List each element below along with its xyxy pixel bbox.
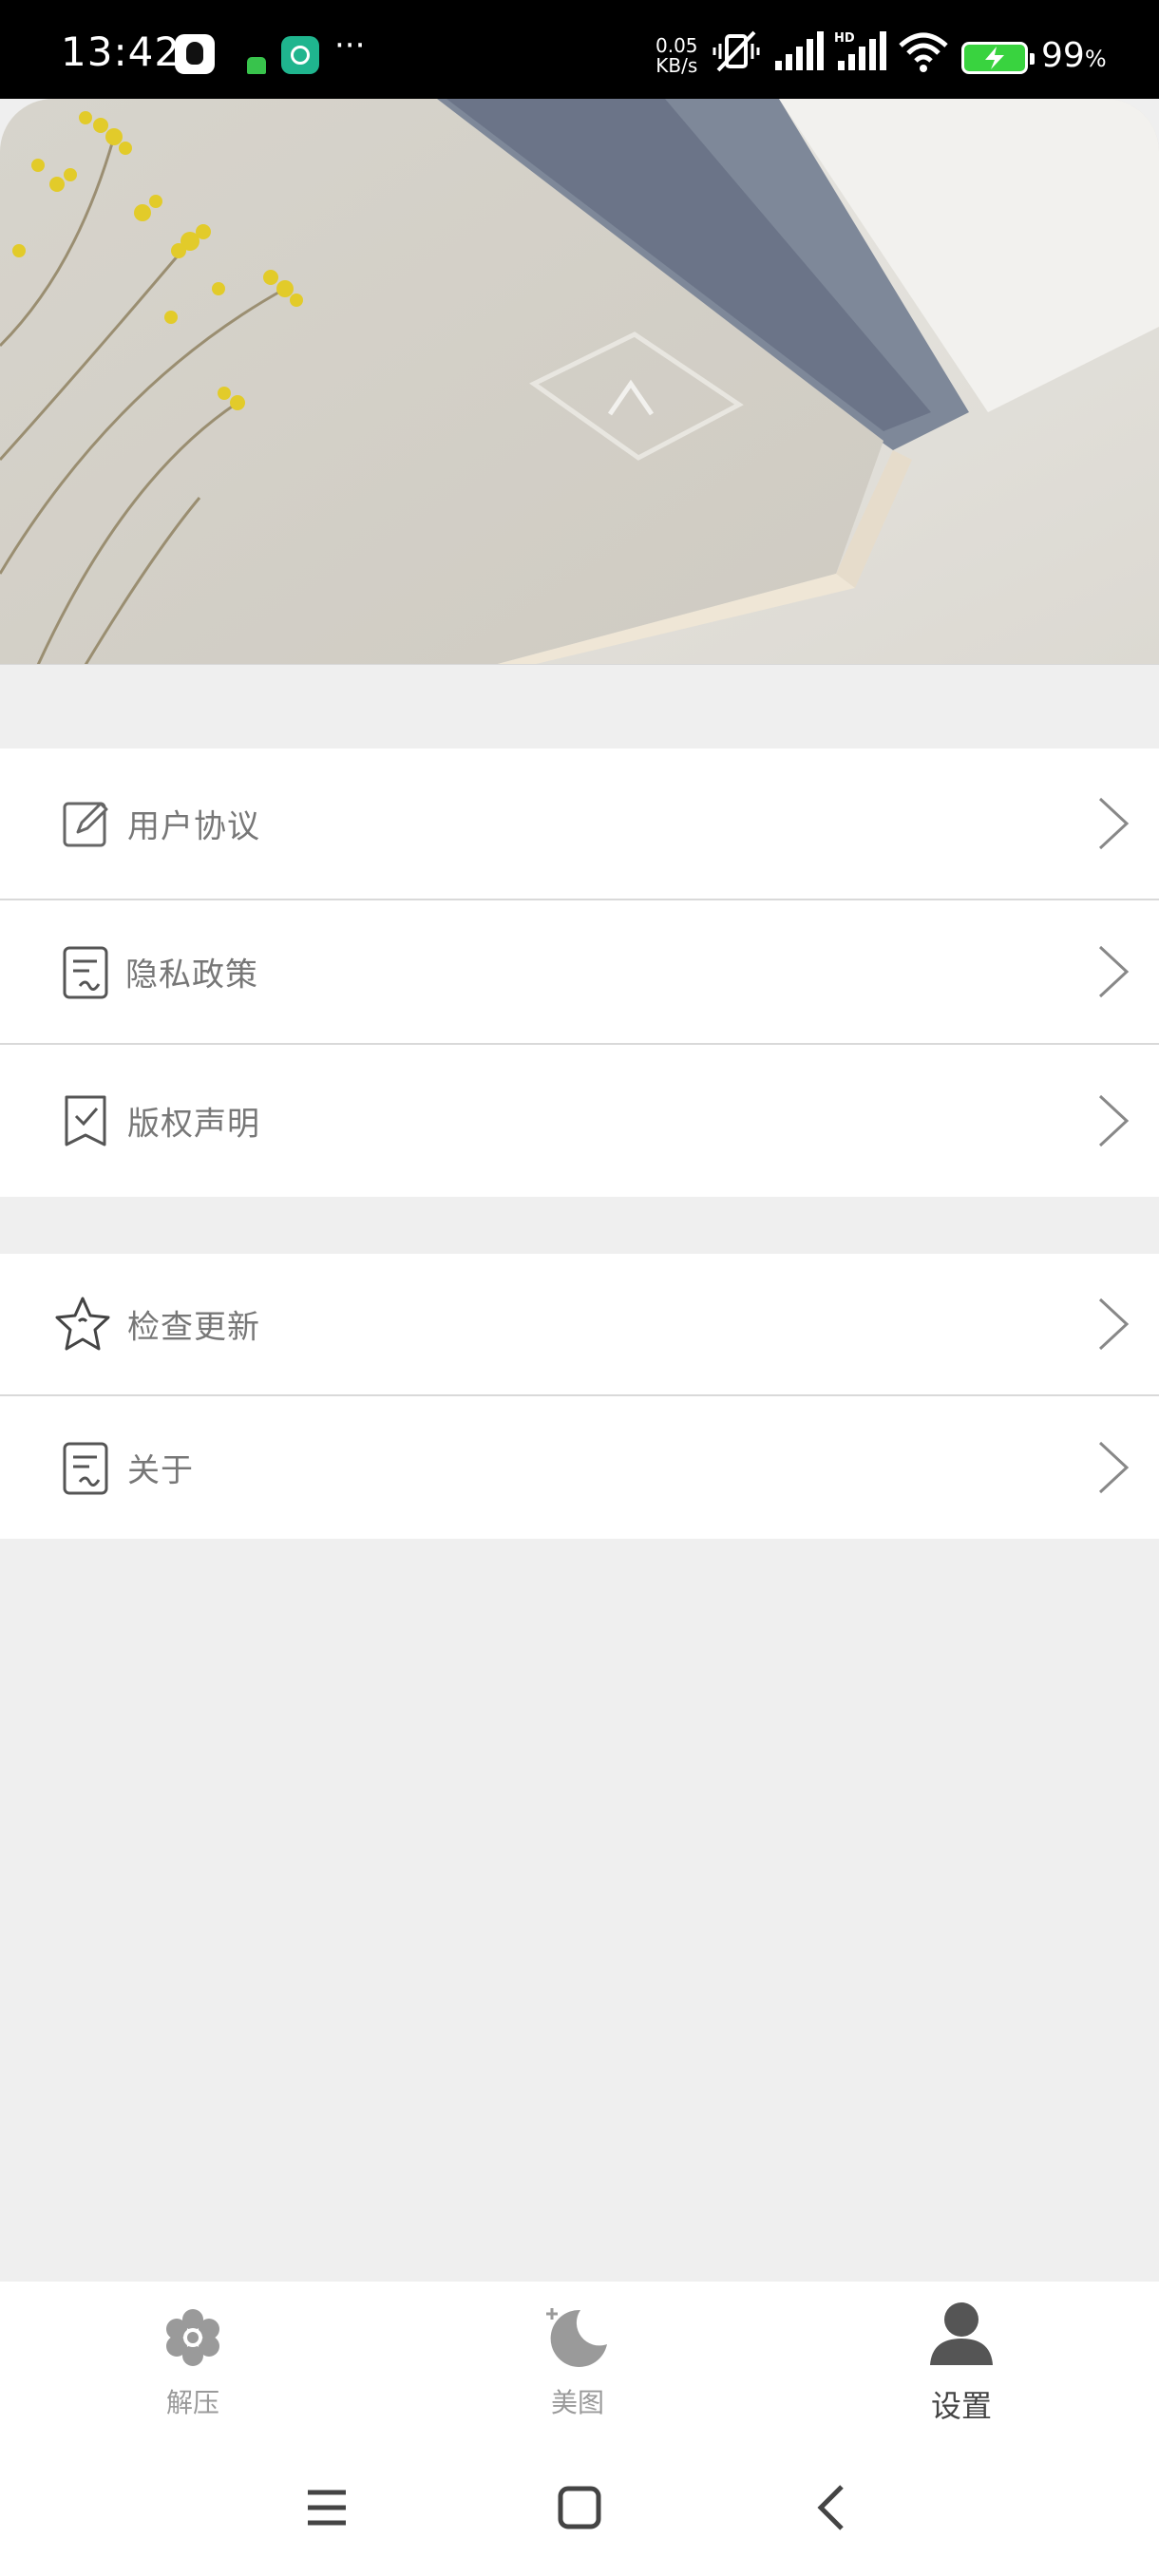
menu-row-label: 检查更新 [127, 1308, 260, 1347]
tab-label: 美图 [550, 2387, 604, 2418]
menu-row-copyright-notice[interactable]: 版权声明 [0, 1045, 1159, 1197]
menu-row-privacy-policy[interactable]: 隐私政策 [0, 900, 1159, 1045]
bookmark-check-icon [65, 1095, 106, 1146]
status-time: 13:42 [61, 28, 181, 75]
net-speed-unit: KB/s [656, 54, 698, 77]
star-icon [55, 1297, 110, 1351]
user-icon [930, 2302, 993, 2365]
menu-row-label: 关于 [127, 1451, 194, 1490]
tab-settings[interactable]: 设置 [866, 2282, 1056, 2441]
moon-icon [546, 2308, 607, 2367]
header-banner-image [0, 99, 1159, 665]
bottom-tab-bar: 解压 美图 设置 [0, 2282, 1159, 2441]
green-app-icon [281, 36, 319, 74]
chevron-right-icon [1098, 1441, 1130, 1494]
qq-icon [175, 34, 215, 74]
menu-row-check-update[interactable]: 检查更新 [0, 1254, 1159, 1396]
status-bar: 13:42 ··· 0.05 KB/s HD 99% [0, 0, 1159, 99]
menu-row-label: 用户协议 [127, 807, 260, 846]
document-icon [63, 946, 108, 999]
menu-row-about[interactable]: 关于 [0, 1396, 1159, 1539]
document-icon [63, 1442, 108, 1495]
svg-text:HD: HD [834, 31, 855, 46]
green-app-icon [247, 57, 266, 74]
battery-percent: 99% [1041, 36, 1107, 75]
more-dots-icon: ··· [334, 27, 366, 65]
hd-signal-icon: HD [834, 31, 886, 70]
home-icon[interactable] [542, 2470, 618, 2546]
chevron-right-icon [1098, 797, 1130, 850]
chevron-right-icon [1098, 945, 1130, 998]
settings-screen: 13:42 ··· 0.05 KB/s HD 99% 用户协议 隐私政策 版权声… [0, 0, 1159, 2576]
back-icon[interactable] [794, 2470, 870, 2546]
tab-decompress[interactable]: 解压 [98, 2282, 288, 2441]
tab-pictures[interactable]: 美图 [483, 2282, 673, 2441]
menu-group-legal: 用户协议 隐私政策 版权声明 [0, 748, 1159, 1197]
chevron-right-icon [1098, 1094, 1130, 1147]
net-speed: 0.05 KB/s [656, 36, 698, 76]
tab-label: 设置 [930, 2388, 992, 2424]
battery-percent-value: 99 [1041, 36, 1085, 75]
menu-row-label: 版权声明 [127, 1105, 260, 1144]
menu-row-label: 隐私政策 [125, 956, 258, 994]
battery-charging-icon [961, 42, 1035, 74]
battery-percent-sign: % [1084, 46, 1107, 72]
signal-icon [775, 31, 824, 70]
wifi-icon [899, 32, 948, 72]
system-nav-bar [0, 2441, 1159, 2576]
tab-label: 解压 [165, 2387, 219, 2418]
menu-icon[interactable] [289, 2470, 365, 2546]
edit-icon [63, 802, 108, 847]
flower-icon [166, 2309, 219, 2366]
menu-group-app: 检查更新 关于 [0, 1254, 1159, 1539]
menu-row-user-agreement[interactable]: 用户协议 [0, 748, 1159, 900]
chevron-right-icon [1098, 1297, 1130, 1351]
net-speed-value: 0.05 [656, 34, 698, 57]
vibrate-icon [712, 30, 760, 72]
